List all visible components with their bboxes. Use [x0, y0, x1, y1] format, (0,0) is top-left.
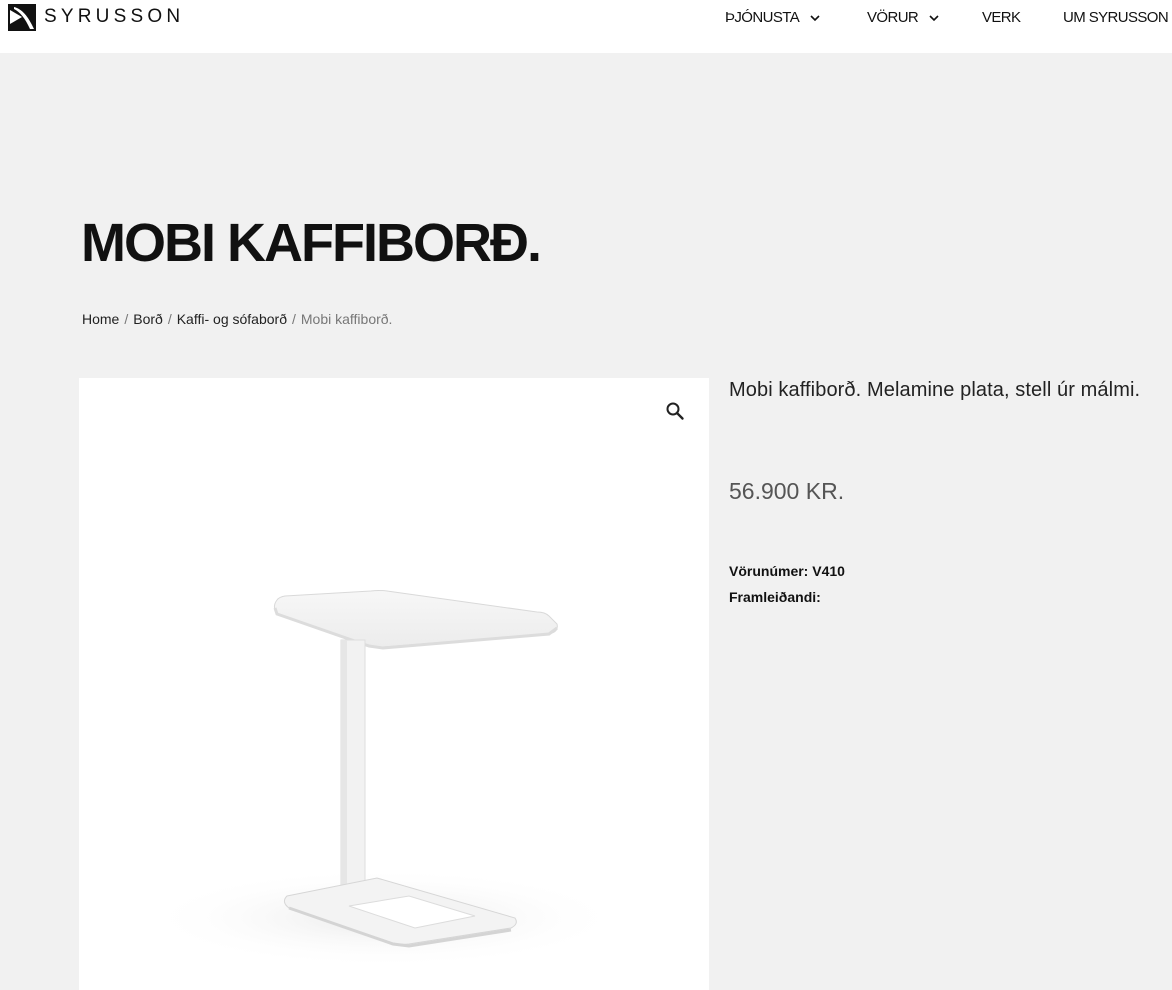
nav-item-vorur[interactable]: VÖRUR	[867, 9, 939, 26]
breadcrumb-current: Mobi kaffiborð.	[300, 311, 393, 327]
chevron-down-icon	[929, 14, 939, 21]
site-header: SYRUSSON ÞJÓNUSTA VÖRUR VERK UM SYRUSSON	[0, 0, 1172, 53]
product-meta: Vörunúmer: V410 Framleiðandi:	[729, 563, 845, 615]
nav-item-um-syrusson[interactable]: UM SYRUSSON	[1063, 9, 1169, 26]
magnifier-icon	[666, 402, 684, 420]
breadcrumb-separator: /	[124, 311, 129, 327]
sku-label: Vörunúmer:	[729, 563, 809, 579]
manufacturer-row: Framleiðandi:	[729, 589, 845, 615]
breadcrumb-separator: /	[167, 311, 172, 327]
breadcrumb-link-kaffi-og-sofabord[interactable]: Kaffi- og sófaborð	[177, 311, 287, 327]
page-title: MOBI KAFFIBORÐ.	[81, 213, 542, 273]
nav-item-label: VERK	[982, 9, 1021, 26]
nav-item-label: UM SYRUSSON	[1063, 9, 1169, 26]
zoom-button[interactable]	[658, 394, 692, 428]
nav-item-thjonusta[interactable]: ÞJÓNUSTA	[725, 9, 820, 26]
breadcrumb-link-bord[interactable]: Borð	[133, 311, 163, 327]
manufacturer-label: Framleiðandi:	[729, 589, 821, 605]
breadcrumb-link-home[interactable]: Home	[82, 311, 119, 327]
nav-item-label: ÞJÓNUSTA	[725, 9, 800, 26]
product-image[interactable]	[79, 378, 709, 990]
nav-item-label: VÖRUR	[867, 9, 919, 26]
sku-value: V410	[812, 563, 845, 579]
breadcrumb: Home / Borð / Kaffi- og sófaborð / Mobi kaffib…	[82, 311, 392, 327]
logo-mark-icon	[8, 3, 36, 31]
chevron-down-icon	[810, 14, 820, 21]
breadcrumb-separator: /	[291, 311, 296, 327]
site-logo[interactable]: SYRUSSON	[8, 3, 184, 31]
sku-row: Vörunúmer: V410	[729, 563, 845, 589]
product-price: 56.900 KR.	[729, 478, 845, 504]
logo-text: SYRUSSON	[44, 6, 185, 27]
nav-item-verk[interactable]: VERK	[982, 9, 1021, 26]
product-short-description: Mobi kaffiborð. Melamine plata, stell úr…	[729, 379, 1141, 401]
product-gallery	[79, 378, 709, 990]
